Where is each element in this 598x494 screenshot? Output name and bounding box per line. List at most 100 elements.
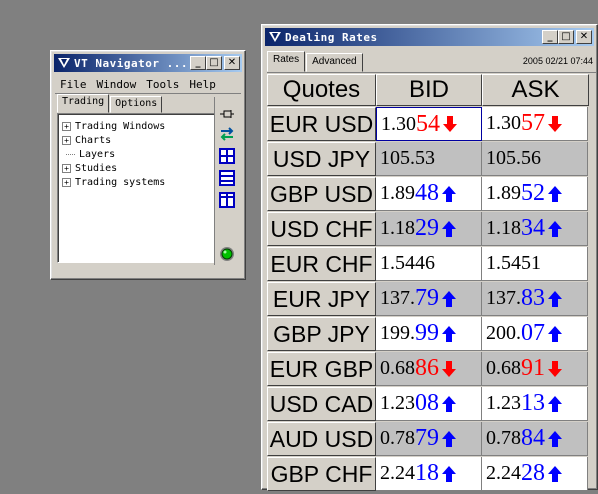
bid-price-cell[interactable]: 1.5446 (376, 247, 482, 281)
expand-icon[interactable]: + (62, 177, 71, 187)
ask-price-cell[interactable]: 1.5451 (482, 247, 588, 281)
ask-pips: 57 (521, 110, 545, 136)
bid-price-cell[interactable]: 1.23 08 (376, 387, 482, 421)
vt-logo-icon (267, 30, 283, 44)
symbol-cell[interactable]: USD CAD (267, 387, 376, 421)
rate-row[interactable]: GBP JPY 199. 99 200. 07 (267, 317, 597, 352)
swap-arrows-icon[interactable] (218, 125, 236, 143)
bid-price-cell[interactable]: 1.18 29 (376, 212, 482, 246)
menu-tools[interactable]: Tools (141, 78, 184, 91)
horizontal-split-icon[interactable] (218, 169, 236, 187)
tree-item-layers[interactable]: Layers (62, 147, 214, 161)
maximize-button[interactable]: □ (206, 56, 222, 70)
ask-big-figure: 2.24 (486, 462, 521, 484)
ask-price-cell[interactable]: 200. 07 (482, 317, 588, 351)
arrow-up-icon (547, 220, 563, 238)
rate-row[interactable]: EUR JPY 137. 79 137. 83 (267, 282, 597, 317)
bid-big-figure: 105.53 (380, 147, 435, 169)
status-indicator-icon[interactable] (218, 245, 236, 263)
ask-price-cell[interactable]: 1.89 52 (482, 177, 588, 211)
tree-item-label: Trading systems (75, 176, 166, 188)
symbol-cell[interactable]: AUD USD (267, 422, 376, 456)
symbol-cell[interactable]: USD JPY (267, 142, 376, 176)
symbol-cell[interactable]: EUR JPY (267, 282, 376, 316)
symbol-cell[interactable]: GBP JPY (267, 317, 376, 351)
ask-price-cell[interactable]: 105.56 (482, 142, 588, 176)
close-button[interactable]: ✕ (224, 56, 240, 70)
ask-price-cell[interactable]: 2.24 28 (482, 457, 588, 491)
ask-pips: 84 (521, 425, 545, 451)
ask-price-cell[interactable]: 1.23 13 (482, 387, 588, 421)
ask-pips: 83 (521, 285, 545, 311)
bid-price-cell[interactable]: 105.53 (376, 142, 482, 176)
tab-rates[interactable]: Rates (267, 51, 306, 72)
ask-price-cell[interactable]: 137. 83 (482, 282, 588, 316)
dealing-rates-tabs: Rates Advanced (267, 51, 364, 72)
symbol-cell[interactable]: USD CHF (267, 212, 376, 246)
bid-price-cell[interactable]: 0.78 79 (376, 422, 482, 456)
tree-item-trading-systems[interactable]: + Trading systems (62, 175, 214, 189)
navigator-window[interactable]: VT Navigator ... _ □ ✕ File Window Tools… (50, 50, 246, 280)
menu-window[interactable]: Window (92, 78, 142, 91)
header-ask[interactable]: ASK (482, 74, 589, 106)
rate-row[interactable]: EUR USD 1.30 54 1.30 57 (267, 107, 597, 142)
symbol-cell[interactable]: GBP CHF (267, 457, 376, 491)
rate-row[interactable]: GBP USD 1.89 48 1.89 52 (267, 177, 597, 212)
ask-price-cell[interactable]: 1.18 34 (482, 212, 588, 246)
menu-file[interactable]: File (55, 78, 92, 91)
expand-icon[interactable]: + (62, 121, 71, 131)
bid-price-cell[interactable]: 0.68 86 (376, 352, 482, 386)
arrow-up-icon (547, 395, 563, 413)
dealing-rates-window[interactable]: Dealing Rates _ □ ✕ Rates Advanced 2005 … (261, 24, 598, 492)
bid-price-cell[interactable]: 199. 99 (376, 317, 482, 351)
bid-price-cell[interactable]: 2.24 18 (376, 457, 482, 491)
navigator-tree[interactable]: + Trading Windows + Charts Layers + Stud… (57, 113, 215, 263)
tree-item-charts[interactable]: + Charts (62, 133, 214, 147)
tab-advanced[interactable]: Advanced (306, 53, 363, 72)
vt-logo-icon (56, 56, 72, 70)
tab-trading[interactable]: Trading (57, 94, 110, 113)
rate-row[interactable]: AUD USD 0.78 79 0.78 84 (267, 422, 597, 457)
rate-row[interactable]: GBP CHF 2.24 18 2.24 28 (267, 457, 597, 492)
pin-icon[interactable] (218, 105, 236, 123)
vertical-split-icon[interactable] (218, 191, 236, 209)
ask-price-cell[interactable]: 1.30 57 (482, 107, 588, 141)
tree-item-trading-windows[interactable]: + Trading Windows (62, 119, 214, 133)
expand-icon[interactable]: + (62, 135, 71, 145)
symbol-cell[interactable]: EUR CHF (267, 247, 376, 281)
rate-row[interactable]: EUR CHF 1.5446 1.5451 (267, 247, 597, 282)
maximize-button[interactable]: □ (558, 30, 574, 44)
tree-item-studies[interactable]: + Studies (62, 161, 214, 175)
arrow-up-icon (547, 430, 563, 448)
arrow-down-icon (441, 360, 457, 378)
symbol-cell[interactable]: EUR USD (267, 107, 376, 141)
ask-big-figure: 0.78 (486, 427, 521, 449)
symbol-cell[interactable]: EUR GBP (267, 352, 376, 386)
ask-pips: 91 (521, 355, 545, 381)
dealing-rates-titlebar[interactable]: Dealing Rates _ □ ✕ (265, 28, 594, 46)
rate-row[interactable]: EUR GBP 0.68 86 0.68 91 (267, 352, 597, 387)
rate-row[interactable]: USD CAD 1.23 08 1.23 13 (267, 387, 597, 422)
close-button[interactable]: ✕ (576, 30, 592, 44)
ask-price-cell[interactable]: 0.68 91 (482, 352, 588, 386)
ask-price-cell[interactable]: 0.78 84 (482, 422, 588, 456)
minimize-button[interactable]: _ (190, 56, 206, 70)
header-bid[interactable]: BID (376, 74, 482, 106)
bid-price-cell[interactable]: 137. 79 (376, 282, 482, 316)
arrow-up-icon (547, 290, 563, 308)
rate-row[interactable]: USD JPY 105.53 105.56 (267, 142, 597, 177)
rate-row[interactable]: USD CHF 1.18 29 1.18 34 (267, 212, 597, 247)
arrow-up-icon (441, 290, 457, 308)
grid-layout-icon[interactable] (218, 147, 236, 165)
expand-icon[interactable]: + (62, 163, 71, 173)
menu-help[interactable]: Help (184, 78, 221, 91)
navigator-titlebar[interactable]: VT Navigator ... _ □ ✕ (54, 54, 242, 72)
minimize-button[interactable]: _ (542, 30, 558, 44)
navigator-side-toolbar (214, 97, 239, 265)
tab-options[interactable]: Options (110, 96, 163, 113)
bid-price-cell[interactable]: 1.89 48 (376, 177, 482, 211)
symbol-cell[interactable]: GBP USD (267, 177, 376, 211)
dealing-rates-title: Dealing Rates (285, 30, 378, 44)
header-quotes[interactable]: Quotes (267, 74, 376, 106)
bid-price-cell[interactable]: 1.30 54 (376, 107, 482, 141)
